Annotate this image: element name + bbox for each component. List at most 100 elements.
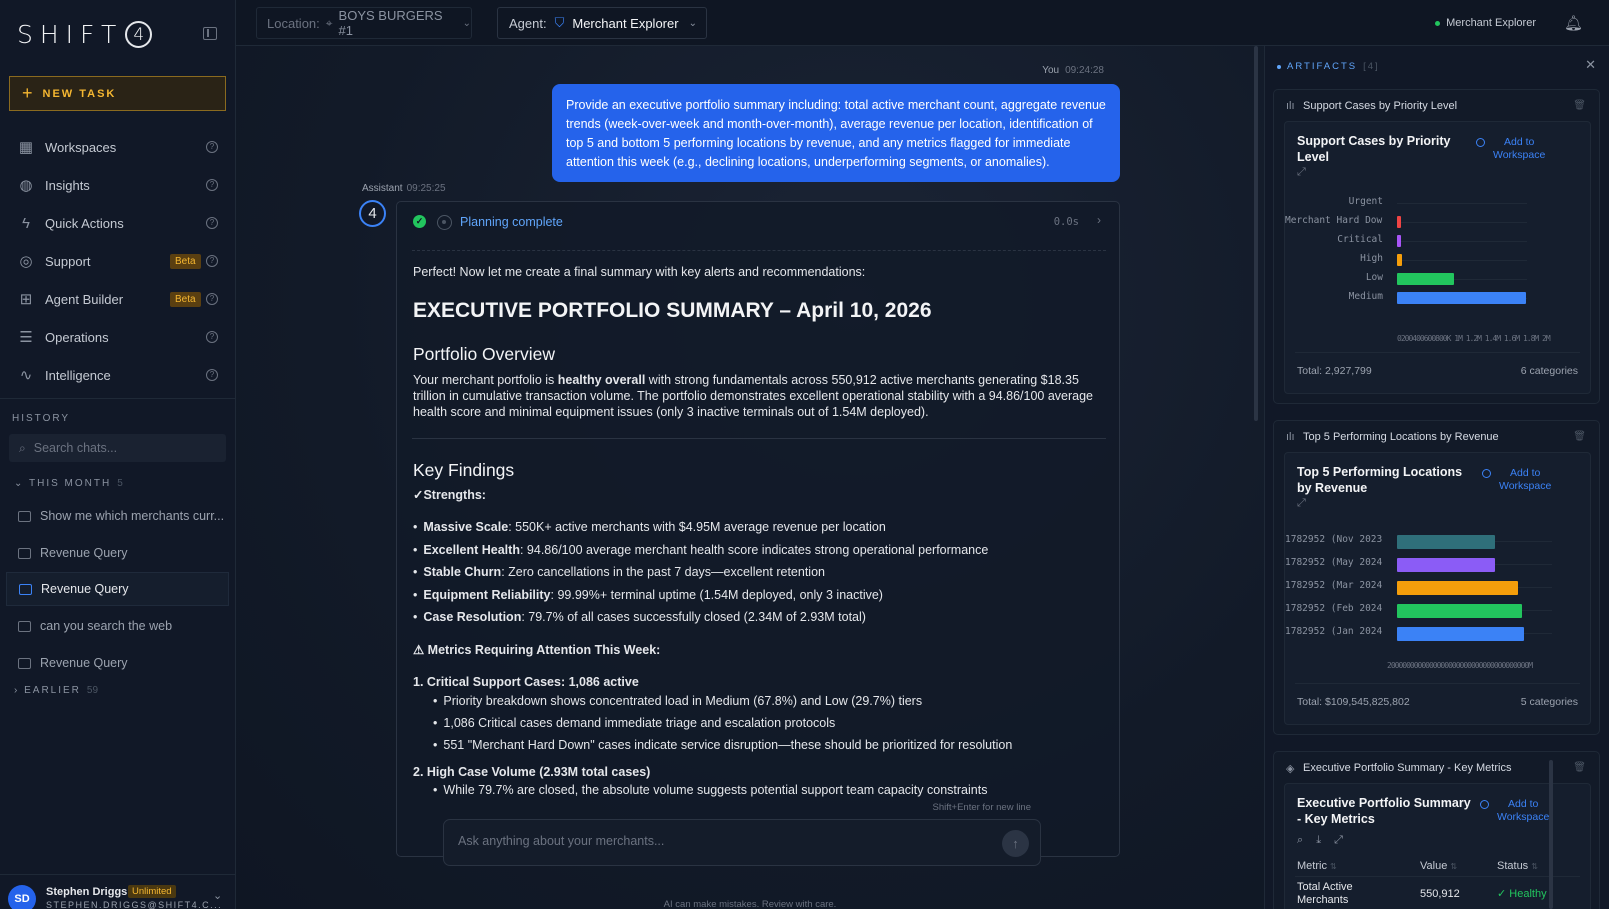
bar[interactable] — [1397, 604, 1523, 618]
chat-search-input[interactable]: ⌕ Search chats... — [9, 434, 226, 462]
send-button[interactable]: ↑ — [1002, 830, 1029, 857]
column-header-metric[interactable]: Metric ⇅ — [1297, 860, 1337, 872]
category-label: Low — [1365, 272, 1383, 283]
expand-icon[interactable]: ⤢ — [1334, 834, 1343, 846]
sidebar-item-agent-builder[interactable]: ⊞ Agent Builder Beta ? — [0, 280, 236, 318]
planning-status-row[interactable]: ✓ Planning complete 0.0s › — [397, 202, 1119, 240]
chart-title: Top 5 Performing Locations by Revenue — [1297, 465, 1463, 495]
help-icon[interactable]: ? — [206, 293, 218, 305]
chat-input[interactable] — [458, 834, 978, 848]
chat-item[interactable]: can you search the web — [6, 609, 229, 643]
grid-icon: ▦ — [18, 139, 34, 156]
add-to-workspace-button[interactable]: Add to Workspace — [1482, 467, 1551, 493]
help-icon[interactable]: ? — [206, 369, 218, 381]
sidebar-item-quick-actions[interactable]: ϟ Quick Actions ? — [0, 204, 236, 242]
category-label: 1782952 (Nov 2023) — [1285, 534, 1383, 545]
intro-text: Perfect! Now let me create a final summa… — [413, 265, 866, 279]
user-name: Stephen Driggs — [46, 886, 128, 898]
search-icon: ⌕ — [19, 440, 26, 455]
expand-icon[interactable]: ⤢ — [1297, 497, 1306, 510]
location-selector[interactable]: Location: ⌖ BOYS BURGERS #1 ⌄ — [256, 7, 472, 39]
message-author: You — [1042, 65, 1060, 76]
chevron-down-icon: ⌄ — [462, 17, 471, 29]
chevron-down-icon: ⌄ — [14, 478, 29, 489]
chat-bubble-icon — [18, 657, 31, 669]
bar[interactable] — [1397, 273, 1454, 285]
bar[interactable] — [1397, 535, 1496, 549]
x-axis-ticks: 2000000000000000000000000000000000000M — [1387, 661, 1533, 670]
message-time: 09:24:28 — [1065, 65, 1104, 76]
sidebar-item-intelligence[interactable]: ∿ Intelligence ? — [0, 356, 236, 394]
bar[interactable] — [1397, 292, 1527, 304]
add-to-workspace-button[interactable]: Add to Workspace — [1476, 136, 1545, 162]
map-pin-icon: ⌖ — [325, 15, 333, 30]
category-label: 1782952 (Jan 2024) — [1285, 626, 1383, 637]
trash-icon[interactable]: 🗑︎ — [1573, 100, 1586, 111]
chat-item[interactable]: Show me which merchants curr... — [6, 499, 229, 533]
group-label: THIS MONTH — [28, 478, 112, 489]
bar[interactable] — [1397, 558, 1496, 572]
arrow-up-icon: ↑ — [1012, 836, 1019, 851]
download-icon[interactable]: ⤓ — [1316, 834, 1321, 846]
sidebar-item-support[interactable]: ◎ Support Beta ? — [0, 242, 236, 280]
x-axis-ticks: 0200400600800K 1M 1.2M 1.4M 1.6M 1.8M 2M — [1397, 334, 1551, 343]
group-count: 5 — [117, 478, 123, 489]
bar[interactable] — [1397, 581, 1519, 595]
bar[interactable] — [1397, 235, 1401, 247]
table-title: Executive Portfolio Summary - Key Metric… — [1297, 796, 1471, 826]
bar[interactable] — [1397, 254, 1402, 266]
sidebar-item-insights[interactable]: ◍ Insights ? — [0, 166, 236, 204]
trash-icon[interactable]: 🗑︎ — [1573, 431, 1586, 442]
chat-item-active[interactable]: Revenue Query — [6, 572, 229, 606]
agent-status: Merchant Explorer — [1435, 17, 1536, 29]
help-icon[interactable]: ? — [206, 141, 218, 153]
top-bar: Location: ⌖ BOYS BURGERS #1 ⌄ Agent: ⛉ M… — [236, 0, 1609, 46]
trash-icon[interactable]: 🗑︎ — [1573, 762, 1586, 773]
chat-input-box: ↑ — [443, 819, 1041, 866]
list-item: • Excellent Health: 94.86/100 average mer… — [413, 543, 989, 557]
category-label: 1782952 (Mar 2024) — [1285, 580, 1383, 591]
history-group-earlier[interactable]: › EARLIER 59 — [14, 685, 98, 696]
add-to-workspace-button[interactable]: Add to Workspace — [1480, 798, 1549, 824]
sidebar-collapse-icon[interactable] — [203, 27, 217, 40]
chart-categories-count: 6 categories — [1520, 365, 1578, 377]
chat-title: can you search the web — [40, 619, 173, 633]
help-icon[interactable]: ? — [206, 217, 218, 229]
sidebar-item-label: Quick Actions — [45, 215, 124, 231]
sidebar-item-workspaces[interactable]: ▦ Workspaces ? — [0, 128, 236, 166]
artifacts-count: [4] — [1363, 61, 1380, 72]
shift4-logo[interactable]: SHIFT 4 — [17, 20, 153, 49]
help-icon[interactable]: ? — [206, 255, 218, 267]
history-group-this-month[interactable]: ⌄ THIS MONTH 5 — [14, 478, 123, 489]
sidebar-item-operations[interactable]: ☰ Operations ? — [0, 318, 236, 356]
bar[interactable] — [1397, 216, 1401, 228]
category-label: Medium — [1348, 291, 1383, 302]
artifact-chart-card: Support Cases by Priority Level Add to Wo… — [1284, 121, 1591, 394]
search-icon[interactable]: ⌕ — [1297, 834, 1303, 846]
new-task-button[interactable]: + NEW TASK — [9, 76, 226, 111]
chat-title: Revenue Query — [40, 546, 128, 560]
help-icon[interactable]: ? — [206, 331, 218, 343]
bar[interactable] — [1397, 627, 1525, 641]
chat-item[interactable]: Revenue Query — [6, 536, 229, 570]
help-icon[interactable]: ? — [206, 179, 218, 191]
bell-icon[interactable]: 🔔︎ — [1564, 14, 1583, 32]
expand-icon[interactable]: ⤢ — [1297, 166, 1306, 179]
chevron-down-icon[interactable]: ⌄ — [213, 889, 222, 902]
location-label: Location: — [267, 15, 320, 31]
chat-scrollbar[interactable] — [1254, 46, 1258, 421]
artifacts-scrollbar[interactable] — [1549, 760, 1553, 909]
user-menu[interactable]: SD Stephen Driggs Unlimited STEPHEN.DRIG… — [0, 874, 236, 909]
sort-icon: ⇅ — [1531, 862, 1538, 871]
shield-icon: ⛉ — [554, 15, 565, 30]
close-icon[interactable]: ✕ — [1585, 57, 1596, 73]
column-header-status[interactable]: Status ⇅ — [1497, 860, 1538, 872]
plan-badge: Unlimited — [128, 885, 176, 898]
column-header-value[interactable]: Value ⇅ — [1420, 860, 1457, 872]
logo-mark: 4 — [125, 21, 153, 48]
divider — [412, 438, 1106, 439]
agent-selector[interactable]: Agent: ⛉ Merchant Explorer ⌄ — [497, 7, 707, 39]
chat-item[interactable]: Revenue Query — [6, 646, 229, 680]
list-item: • 551 "Merchant Hard Down" cases indicate… — [433, 738, 1013, 752]
sidebar-item-label: Workspaces — [45, 139, 117, 155]
